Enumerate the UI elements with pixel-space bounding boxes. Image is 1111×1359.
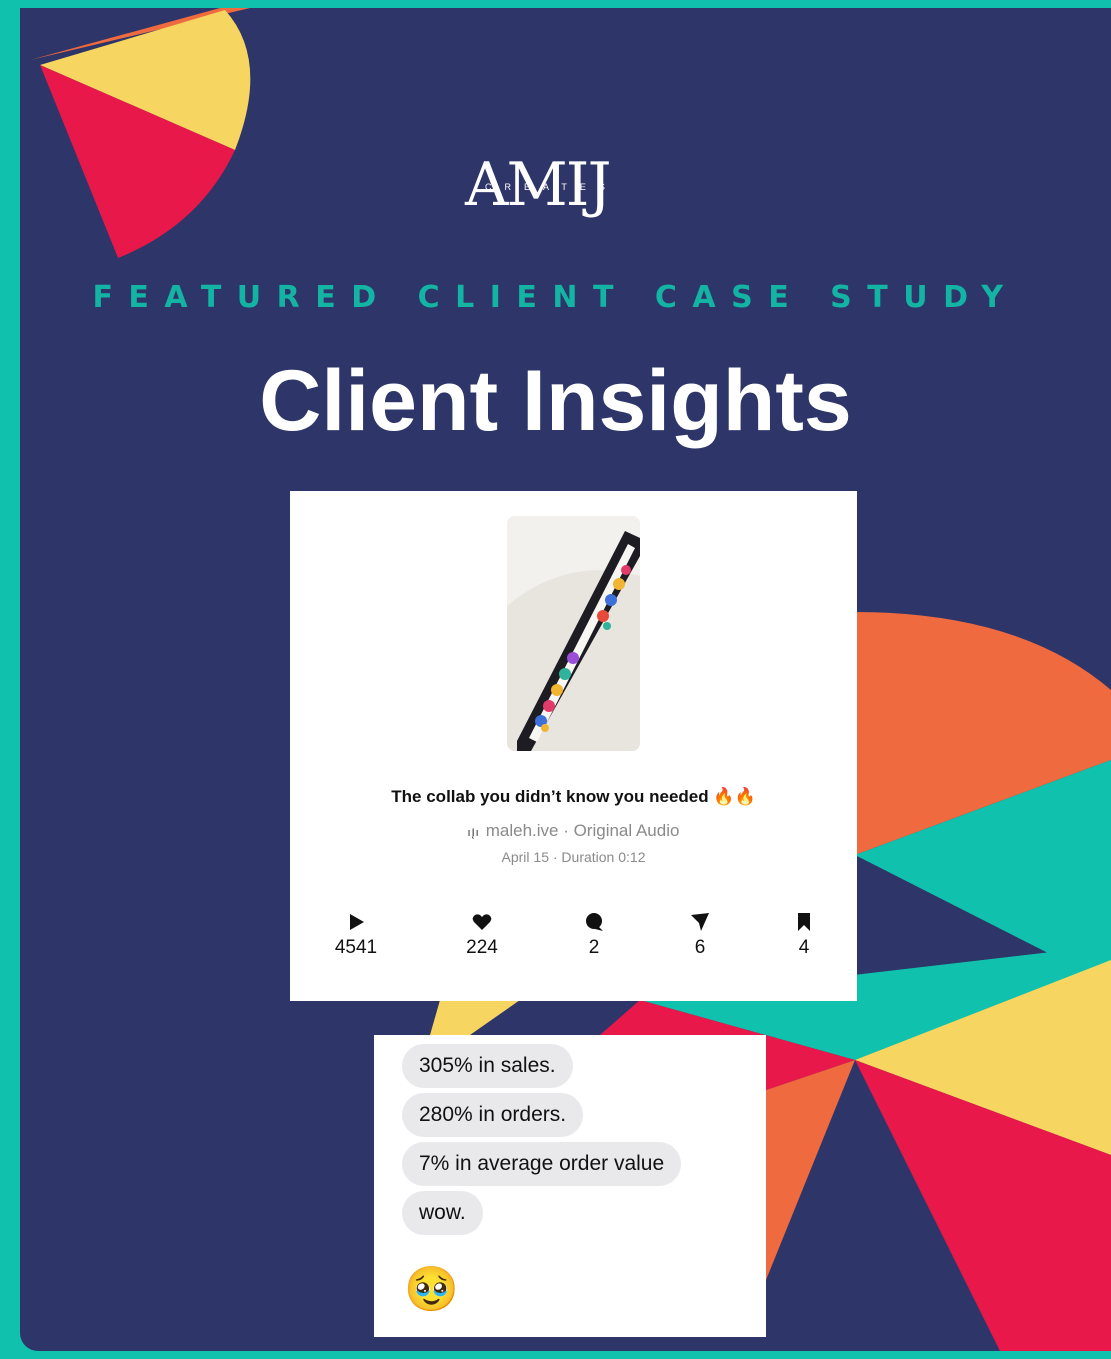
nail-tray-image (507, 516, 640, 751)
post-caption: The collab you didn’t know you needed 🔥🔥 (391, 787, 756, 806)
stat-saves-value: 4 (798, 937, 810, 958)
audio-info[interactable]: ıĮı maleh.ive · Original Audio (290, 821, 857, 841)
audio-wave-icon: ıĮı (467, 827, 480, 839)
bookmark-icon (798, 913, 810, 931)
audio-label: maleh.ive · Original Audio (485, 821, 680, 840)
emoji-reaction: 🥹 (404, 1264, 459, 1315)
stat-plays-value: 4541 (334, 937, 378, 958)
video-thumbnail[interactable] (507, 516, 640, 751)
page: AMIJ CREATES FEATURED CLIENT CASE STUDY … (0, 0, 1111, 1359)
play-icon (350, 914, 364, 930)
stat-comments-value: 2 (588, 937, 600, 958)
kicker-heading: FEATURED CLIENT CASE STUDY (92, 280, 1019, 315)
logo-subtext: CREATES (485, 182, 618, 192)
brand-logo: AMIJ CREATES (465, 150, 665, 230)
message-thread: 305% in sales. 280% in orders. 7% in ave… (374, 1035, 766, 1337)
stat-plays: 4541 (311, 911, 401, 959)
heart-icon (472, 914, 492, 930)
stat-comments: 2 (549, 911, 639, 959)
stat-likes: 224 (437, 911, 527, 959)
stat-likes-value: 224 (466, 937, 498, 958)
message-bubble: 280% in orders. (402, 1093, 584, 1137)
page-title: Client Insights (259, 353, 852, 449)
stat-saves: 4 (759, 911, 849, 959)
stat-shares: 6 (655, 911, 745, 959)
stat-shares-value: 6 (694, 937, 706, 958)
message-bubble: 305% in sales. (402, 1044, 573, 1088)
post-date-duration: April 15 · Duration 0:12 (501, 849, 646, 865)
share-icon (691, 913, 709, 931)
message-bubble: wow. (402, 1191, 483, 1235)
comment-icon (586, 913, 603, 931)
reel-insights-card: The collab you didn’t know you needed 🔥🔥… (290, 491, 857, 1001)
message-bubble: 7% in average order value (402, 1142, 682, 1186)
